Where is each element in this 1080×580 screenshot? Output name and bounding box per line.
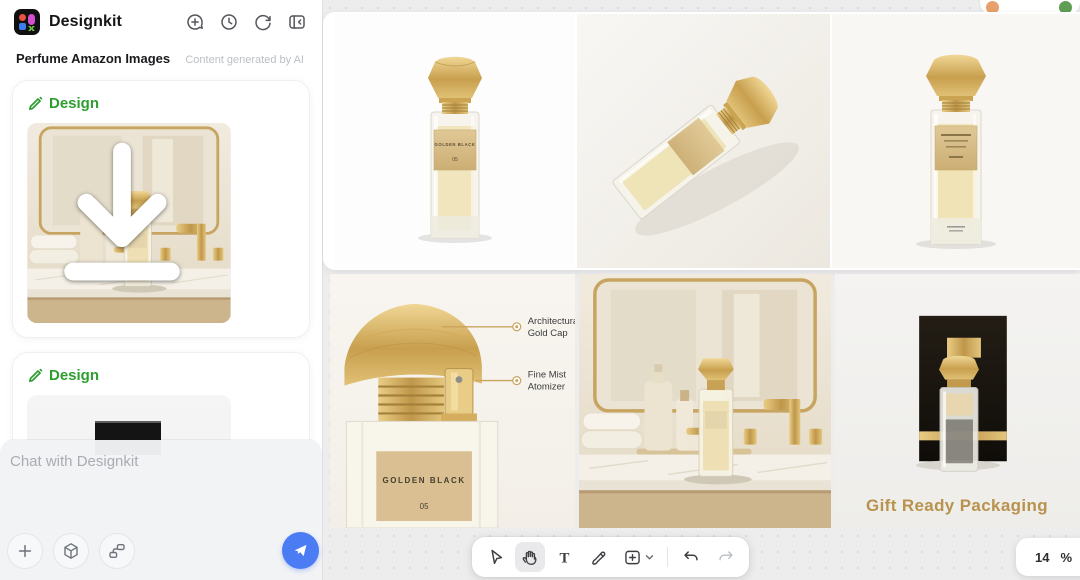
- send-message-button[interactable]: [282, 532, 319, 569]
- collapse-sidebar-icon: [287, 12, 307, 32]
- workflow-button[interactable]: [99, 533, 135, 569]
- sidebar-header: Designkit: [0, 0, 322, 44]
- svg-text:T: T: [559, 550, 569, 566]
- refresh-icon: [253, 12, 273, 32]
- design-card-label: Design: [49, 367, 99, 384]
- hand-tool-button[interactable]: [515, 542, 545, 572]
- select-tool-button[interactable]: [481, 542, 511, 572]
- design-card: Design: [12, 80, 310, 338]
- image-cap-closeup[interactable]: GOLDEN BLACK 05 Architectural Gold Cap F…: [330, 274, 575, 528]
- design-card-header: Design: [27, 367, 297, 384]
- closeup-label-name: GOLDEN BLACK: [383, 476, 466, 485]
- sidebar: Designkit: [0, 0, 322, 580]
- bottle-label-name: GOLDEN BLACK: [435, 142, 476, 147]
- closeup-label-number: 05: [420, 502, 429, 511]
- cube-icon: [61, 541, 81, 561]
- designkit-logo: [14, 9, 40, 35]
- chat-input[interactable]: Chat with Designkit: [0, 440, 322, 470]
- artboard-marketing-shots: GOLDEN BLACK 05 Architectural Gold Cap F…: [330, 274, 1080, 529]
- download-icon[interactable]: [27, 123, 224, 316]
- gift-caption: Gift Ready Packaging: [866, 496, 1048, 515]
- redo-button[interactable]: [710, 542, 740, 572]
- history-icon: [219, 12, 239, 32]
- canvas-toolbar: T: [472, 537, 749, 577]
- callout-cap-line2: Gold Cap: [528, 328, 568, 339]
- cursor-icon: [486, 547, 507, 568]
- collapse-sidebar-button[interactable]: [286, 11, 308, 33]
- design-card-header: Design: [27, 95, 297, 112]
- insert-icon: [622, 547, 643, 568]
- design-wand-icon: [27, 96, 43, 112]
- bottle-label-number: 05: [452, 157, 458, 163]
- project-title: Perfume Amazon Images: [16, 51, 170, 66]
- ai-generated-note: Content generated by AI: [185, 54, 306, 66]
- design-canvas[interactable]: GOLDEN BLACK 05: [322, 0, 1080, 580]
- undo-button[interactable]: [676, 542, 706, 572]
- hand-icon: [520, 547, 541, 568]
- toolbar-divider: [667, 547, 668, 567]
- text-icon: T: [554, 547, 575, 568]
- object-3d-button[interactable]: [53, 533, 89, 569]
- send-icon: [292, 542, 309, 559]
- plus-icon: [15, 541, 35, 561]
- add-attachment-button[interactable]: [7, 533, 43, 569]
- callout-atomizer-line2: Atomizer: [528, 382, 565, 393]
- text-tool-button[interactable]: T: [549, 542, 579, 572]
- chevron-down-icon: [645, 554, 654, 561]
- image-bathroom-scene[interactable]: [578, 274, 832, 528]
- callout-atomizer-line1: Fine Mist: [528, 370, 567, 381]
- app-title: Designkit: [49, 13, 122, 31]
- designkit-app: GOLDEN BLACK 05: [0, 0, 1080, 580]
- image-bottle-front[interactable]: GOLDEN BLACK 05: [335, 14, 575, 268]
- pen-icon: [588, 547, 609, 568]
- insert-tool-button[interactable]: [617, 542, 659, 572]
- callout-cap-line1: Architectural: [528, 316, 575, 327]
- image-bottle-front-alt[interactable]: [832, 14, 1080, 268]
- image-gift-packaging[interactable]: Gift Ready Packaging: [835, 274, 1080, 528]
- zoom-level-control[interactable]: 14 %: [1016, 538, 1080, 576]
- refresh-button[interactable]: [252, 11, 274, 33]
- zoom-value: 14: [1035, 550, 1049, 565]
- design-card-label: Design: [49, 95, 99, 112]
- chat-panel: Chat with Designkit: [0, 440, 322, 580]
- history-button[interactable]: [218, 11, 240, 33]
- draw-tool-button[interactable]: [583, 542, 613, 572]
- design-result-thumbnail[interactable]: [27, 123, 231, 323]
- undo-icon: [681, 547, 702, 568]
- redo-icon: [715, 547, 736, 568]
- image-bottle-tilted[interactable]: [577, 14, 830, 268]
- design-wand-icon: [27, 368, 43, 384]
- new-chat-icon: [185, 12, 205, 32]
- artboard-product-shots[interactable]: GOLDEN BLACK 05: [323, 12, 1080, 270]
- new-chat-button[interactable]: [184, 11, 206, 33]
- zoom-unit: %: [1060, 550, 1072, 565]
- workflow-icon: [107, 541, 127, 561]
